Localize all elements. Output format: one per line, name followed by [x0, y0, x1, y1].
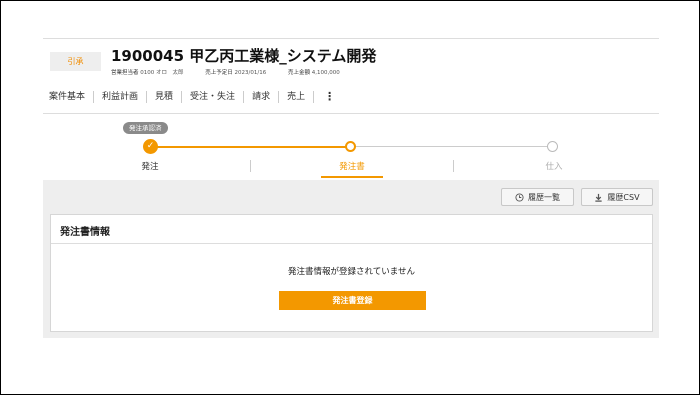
tab-project-basic[interactable]: 案件基本 — [43, 91, 95, 103]
tab-profit-plan[interactable]: 利益計画 — [94, 91, 148, 103]
check-icon: ✓ — [143, 139, 158, 154]
step-order[interactable]: 発注 — [120, 160, 180, 172]
step-line-completed — [150, 146, 350, 148]
history-csv-label: 履歴CSV — [607, 192, 640, 202]
meta-sales-amount: 売上金額 4,100,000 — [287, 70, 340, 76]
history-list-label: 履歴一覧 — [528, 192, 560, 202]
more-menu-icon[interactable]: ⋮ — [314, 91, 343, 103]
meta-sales-rep: 営業担当者 0100 オロ 太郎 — [111, 70, 184, 76]
step-node-pending — [547, 141, 558, 152]
tab-sales[interactable]: 売上 — [279, 91, 315, 103]
empty-state-message: 発注書情報が登録されていません — [288, 267, 415, 277]
status-badge: 引承 — [50, 52, 101, 71]
tab-bar: 案件基本 利益計画 見積 受注・失注 請求 売上 ⋮ — [43, 88, 343, 106]
step-purchase-order[interactable]: 発注書 — [322, 160, 382, 172]
step-status-pill: 発注承認済 — [123, 122, 168, 134]
step-node-current — [345, 141, 356, 152]
divider — [43, 38, 659, 39]
step-separator — [250, 160, 251, 172]
register-purchase-order-button[interactable]: 発注書登録 — [279, 291, 426, 310]
history-csv-button[interactable]: 履歴CSV — [581, 188, 653, 206]
step-line-pending — [350, 146, 553, 147]
tab-order-result[interactable]: 受注・失注 — [182, 91, 245, 103]
step-purchase[interactable]: 仕入 — [524, 160, 584, 172]
page-title: 1900045 甲乙丙工業様_システム開発 — [111, 47, 377, 65]
tab-estimate[interactable]: 見積 — [147, 91, 183, 103]
history-list-button[interactable]: 履歴一覧 — [501, 188, 574, 206]
active-step-underline — [321, 176, 383, 178]
download-icon — [595, 193, 603, 202]
meta-sales-date: 売上予定日 2023/01/16 — [205, 70, 267, 76]
tab-invoice[interactable]: 請求 — [244, 91, 280, 103]
progress-stepper: 発注承認済 ✓ 発注 発注書 仕入 — [43, 118, 659, 180]
step-separator — [453, 160, 454, 172]
clock-icon — [515, 192, 524, 202]
purchase-order-card: 発注書情報 発注書情報が登録されていません 発注書登録 — [50, 214, 653, 332]
project-meta: 営業担当者 0100 オロ 太郎 売上予定日 2023/01/16 売上金額 4… — [111, 68, 360, 76]
card-title: 発注書情報 — [51, 215, 652, 244]
divider — [43, 113, 659, 114]
